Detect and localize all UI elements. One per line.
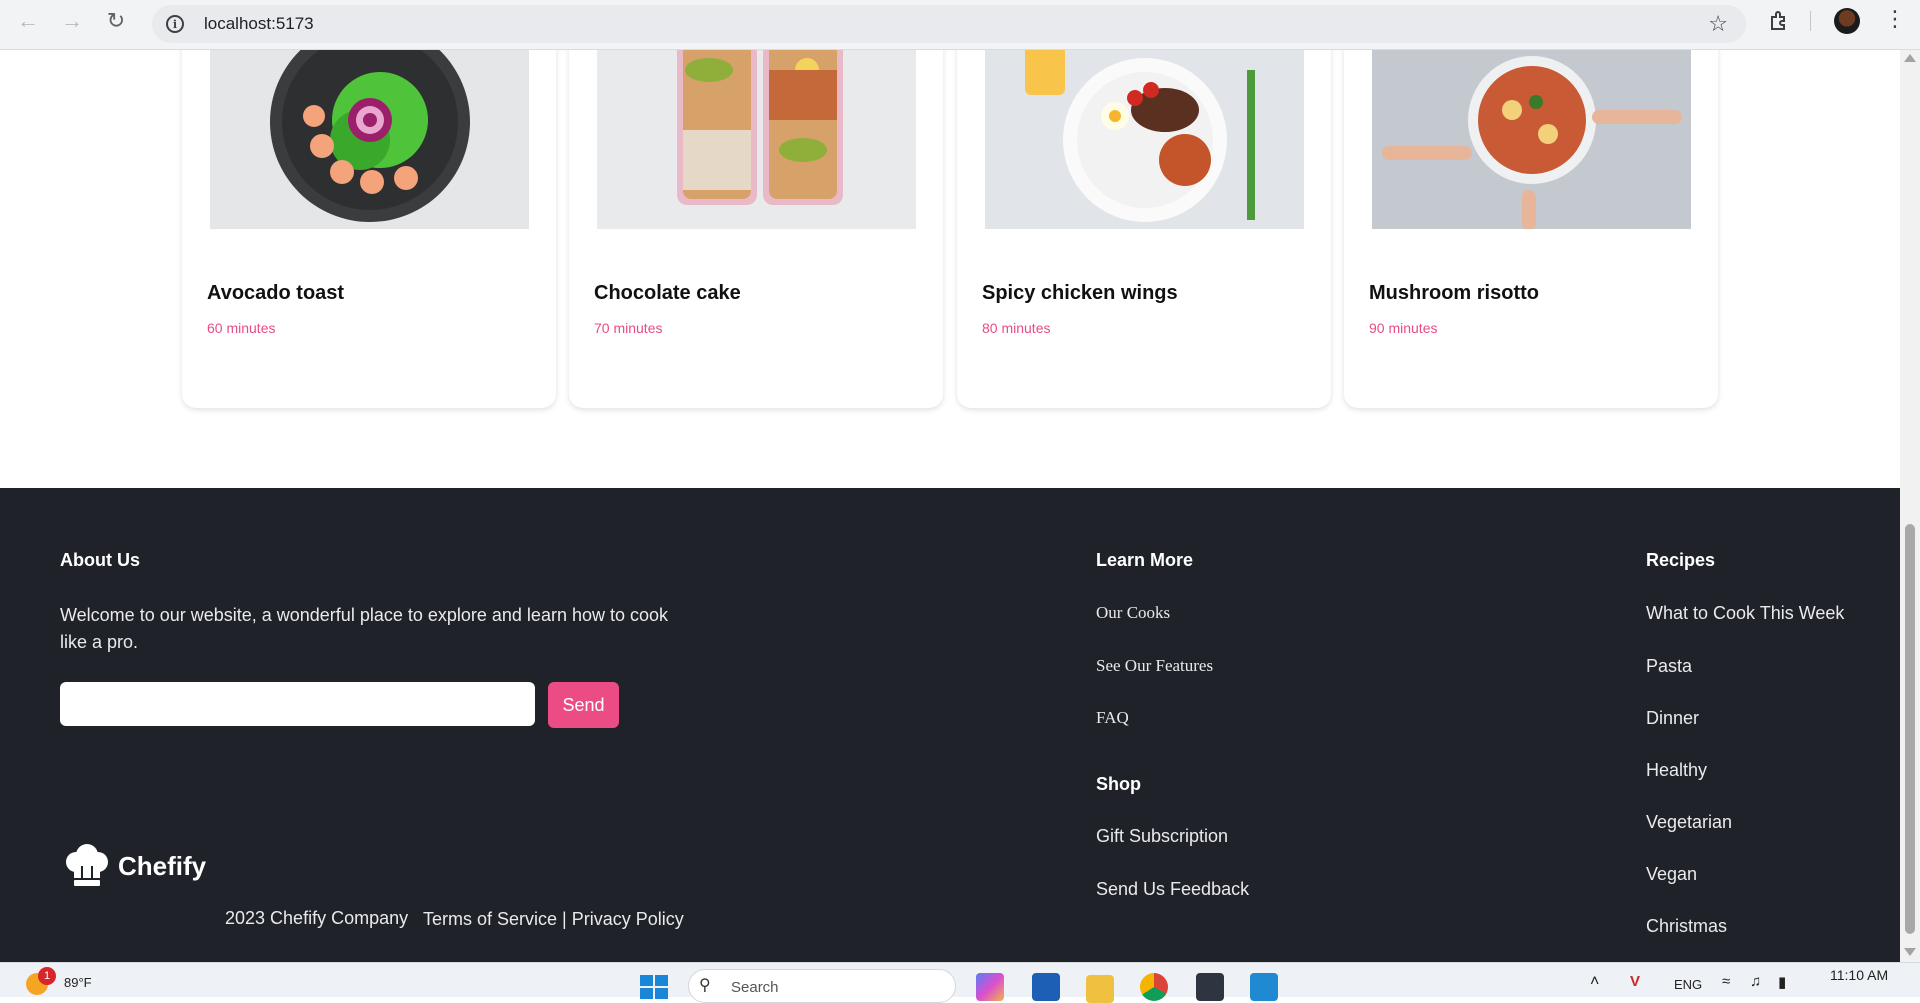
chevron-up-icon[interactable]: ˄ — [1590, 973, 1599, 991]
recipe-time: 70 minutes — [594, 320, 663, 336]
language-indicator[interactable]: ENG — [1674, 977, 1702, 992]
link-faq[interactable]: FAQ — [1096, 708, 1129, 728]
search-placeholder: Search — [731, 979, 779, 996]
windows-start-icon[interactable] — [640, 975, 668, 999]
recipe-card[interactable]: Chocolate cake 70 minutes — [569, 50, 943, 408]
about-text: Welcome to our website, a wonderful plac… — [60, 605, 669, 652]
recipe-time: 60 minutes — [207, 320, 276, 336]
reload-icon[interactable]: ↻ — [96, 1, 136, 41]
recipe-card[interactable]: Spicy chicken wings 80 minutes — [957, 50, 1331, 408]
battery-icon[interactable]: ▮ — [1778, 973, 1786, 991]
volume-icon[interactable]: ♫ — [1750, 973, 1761, 990]
page-viewport: Avocado toast 60 minutes Chocolate cake … — [0, 50, 1900, 962]
legal-links[interactable]: Terms of Service | Privacy Policy — [423, 909, 684, 930]
shop-heading: Shop — [1096, 774, 1141, 794]
link-gift-subscription[interactable]: Gift Subscription — [1096, 826, 1228, 847]
link-send-feedback[interactable]: Send Us Feedback — [1096, 879, 1249, 900]
scroll-down-icon[interactable] — [1904, 948, 1916, 956]
site-info-icon[interactable]: i — [166, 15, 184, 33]
link-recipe[interactable]: Healthy — [1646, 760, 1707, 781]
copyright-text: 2023 Chefify Company — [225, 908, 409, 928]
antivirus-icon[interactable]: V — [1630, 973, 1640, 990]
link-recipe[interactable]: Christmas — [1646, 916, 1727, 937]
link-recipe[interactable]: Dinner — [1646, 708, 1699, 729]
scrollbar-thumb[interactable] — [1905, 524, 1915, 934]
wifi-icon[interactable]: ≈ — [1722, 973, 1730, 990]
link-recipe[interactable]: Pasta — [1646, 656, 1692, 677]
link-recipe[interactable]: Vegetarian — [1646, 812, 1732, 833]
more-menu-icon[interactable]: ⋮ — [1884, 6, 1906, 32]
page-scrollbar[interactable] — [1900, 50, 1920, 962]
recipe-title: Chocolate cake — [594, 282, 741, 304]
scroll-up-icon[interactable] — [1904, 54, 1916, 62]
bookmark-star-icon[interactable]: ☆ — [1708, 11, 1728, 37]
back-icon[interactable]: ← — [8, 1, 48, 41]
footer-logo[interactable]: Chefify — [64, 844, 206, 888]
recipe-time: 80 minutes — [982, 320, 1051, 336]
recipe-title: Avocado toast — [207, 282, 345, 304]
search-icon: ⚲ — [699, 977, 711, 994]
chef-hat-icon — [66, 844, 108, 886]
recipe-image — [1372, 50, 1691, 229]
recipe-time: 90 minutes — [1369, 320, 1438, 336]
send-button[interactable]: Send — [548, 682, 619, 728]
recipe-image — [597, 50, 916, 229]
toolbar-divider — [1810, 11, 1811, 31]
file-explorer-icon[interactable] — [1086, 975, 1114, 1003]
link-our-cooks[interactable]: Our Cooks — [1096, 603, 1170, 623]
address-bar[interactable]: i localhost:5173 ☆ — [152, 5, 1746, 43]
recipe-title: Mushroom risotto — [1369, 282, 1539, 304]
temperature: 89°F — [64, 975, 92, 990]
link-recipe[interactable]: What to Cook This Week — [1646, 603, 1844, 624]
taskbar-search[interactable]: ⚲ Search — [688, 969, 956, 1003]
brand-name: Chefify — [118, 850, 207, 881]
about-heading: About Us — [60, 550, 140, 570]
recipes-heading: Recipes — [1646, 550, 1716, 570]
windows-taskbar: 1 89°F ⚲ Search ˄ V ENG ≈ ♫ ▮ 11:10 AM — [0, 962, 1920, 1003]
extensions-icon[interactable] — [1768, 9, 1792, 33]
site-footer: About Us Welcome to our website, a wonde… — [0, 488, 1900, 962]
recipe-card[interactable]: Mushroom risotto 90 minutes — [1344, 50, 1718, 408]
browser-toolbar: ← → ↻ i localhost:5173 ☆ ⋮ — [0, 0, 1920, 50]
learn-more-heading: Learn More — [1096, 550, 1194, 570]
profile-avatar[interactable] — [1834, 8, 1860, 34]
link-see-our-features[interactable]: See Our Features — [1096, 656, 1213, 676]
link-recipe[interactable]: Vegan — [1646, 864, 1697, 885]
weather-badge: 1 — [38, 967, 56, 985]
clock-time[interactable]: 11:10 AM — [1830, 967, 1888, 983]
newsletter-email-input[interactable] — [60, 682, 535, 726]
forward-icon[interactable]: → — [52, 1, 92, 41]
recipe-image — [210, 50, 529, 229]
url-text: localhost:5173 — [204, 14, 314, 33]
recipe-card[interactable]: Avocado toast 60 minutes — [182, 50, 556, 408]
recipe-title: Spicy chicken wings — [982, 282, 1178, 304]
recipe-image — [985, 50, 1304, 229]
